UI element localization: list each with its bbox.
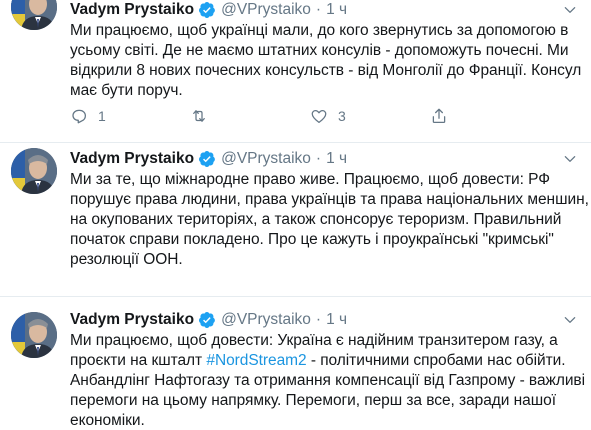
share-button[interactable]: [430, 107, 550, 125]
tweet-actions: 1 3: [70, 105, 550, 127]
author-name[interactable]: Vadym Prystaiko: [70, 1, 194, 19]
tweet-text-line: перемоги на цьому напрямку. Перемоги, пе…: [70, 392, 556, 409]
tweet-header: Vadym Prystaiko @VPrystaiko · 1 ч: [70, 310, 347, 330]
tweet-text-line: проєкти на кшталт #NordStream2 - політич…: [70, 351, 578, 371]
separator-dot: ·: [315, 1, 322, 18]
author-handle[interactable]: @VPrystaiko: [221, 150, 311, 168]
retweet-icon: [193, 110, 205, 122]
verified-badge-icon: [199, 312, 215, 328]
reply-button[interactable]: 1: [70, 107, 190, 125]
tweet-time[interactable]: 1 ч: [326, 311, 347, 329]
tweet-text-line: порушує права людини, права українців та…: [70, 191, 589, 208]
avatar[interactable]: [11, 148, 57, 194]
like-icon: [311, 109, 327, 124]
author-name[interactable]: Vadym Prystaiko: [70, 150, 194, 168]
tweet[interactable]: Vadym Prystaiko @VPrystaiko · 1 ч Ми за …: [0, 143, 591, 297]
tweet-text: Ми за те, що міжнародне право живе. Прац…: [70, 170, 589, 270]
avatar-photo: [11, 312, 57, 358]
avatar-photo: [11, 0, 57, 30]
hashtag-link[interactable]: #NordStream2: [206, 352, 306, 369]
avatar[interactable]: [11, 0, 57, 30]
tweet-time[interactable]: 1 ч: [326, 150, 347, 168]
tweet[interactable]: Vadym Prystaiko @VPrystaiko · 1 ч Ми пра…: [0, 0, 591, 143]
like-count: 3: [338, 108, 346, 124]
tweet-text: Ми працюємо, щоб українці мали, до кого …: [70, 21, 582, 101]
caret-down-icon[interactable]: [563, 152, 577, 166]
verified-badge-icon: [199, 151, 215, 167]
tweet-text-fragment: проєкти на кшталт: [70, 352, 207, 369]
tweet-text-line: Ми за те, що міжнародне право живе. Прац…: [70, 171, 551, 188]
tweet-text-line: має бути поруч.: [70, 82, 183, 99]
tweet-header: Vadym Prystaiko @VPrystaiko · 1 ч: [70, 0, 347, 20]
tweet-text-line: початок справи покладено. Про це кажуть …: [70, 231, 554, 248]
separator-dot: ·: [315, 150, 322, 167]
tweet-header: Vadym Prystaiko @VPrystaiko · 1 ч: [70, 149, 347, 169]
tweet-text-fragment: - політичними спробами нас обійти.: [306, 352, 566, 369]
avatar[interactable]: [11, 312, 57, 358]
caret-down-icon[interactable]: [563, 3, 577, 17]
tweet-text-line: на окупованих територіях, а також спонсо…: [70, 211, 562, 228]
reply-count: 1: [98, 108, 106, 124]
tweet[interactable]: Vadym Prystaiko @VPrystaiko · 1 ч Ми пра…: [0, 297, 591, 430]
like-button[interactable]: 3: [310, 107, 430, 125]
tweet-text-line: Анбандлінг Нафтогазу та отримання компен…: [70, 372, 586, 389]
tweet-text-line: економіки.: [70, 412, 145, 429]
share-icon: [432, 108, 446, 124]
tweet-text: Ми працюємо, щоб довести: Україна є наді…: [70, 331, 586, 430]
author-handle[interactable]: @VPrystaiko: [221, 1, 311, 19]
caret-down-icon[interactable]: [563, 313, 577, 327]
tweet-text-line: Ми працюємо, щоб довести: Україна є наді…: [70, 332, 558, 349]
tweet-text-line: резолюції ООН.: [70, 251, 183, 268]
author-name[interactable]: Vadym Prystaiko: [70, 311, 194, 329]
verified-badge-icon: [199, 2, 215, 18]
avatar-photo: [11, 148, 57, 194]
tweet-time[interactable]: 1 ч: [326, 1, 347, 19]
reply-icon: [72, 109, 87, 124]
tweet-text-line: відкрили 8 нових почесних консульств - в…: [70, 62, 582, 79]
retweet-button[interactable]: [190, 107, 310, 125]
tweet-text-line: Ми працюємо, щоб українці мали, до кого …: [70, 22, 569, 39]
tweet-text-line: усьому світі. Де не маємо штатних консул…: [70, 42, 569, 59]
author-handle[interactable]: @VPrystaiko: [221, 311, 311, 329]
separator-dot: ·: [315, 311, 322, 328]
